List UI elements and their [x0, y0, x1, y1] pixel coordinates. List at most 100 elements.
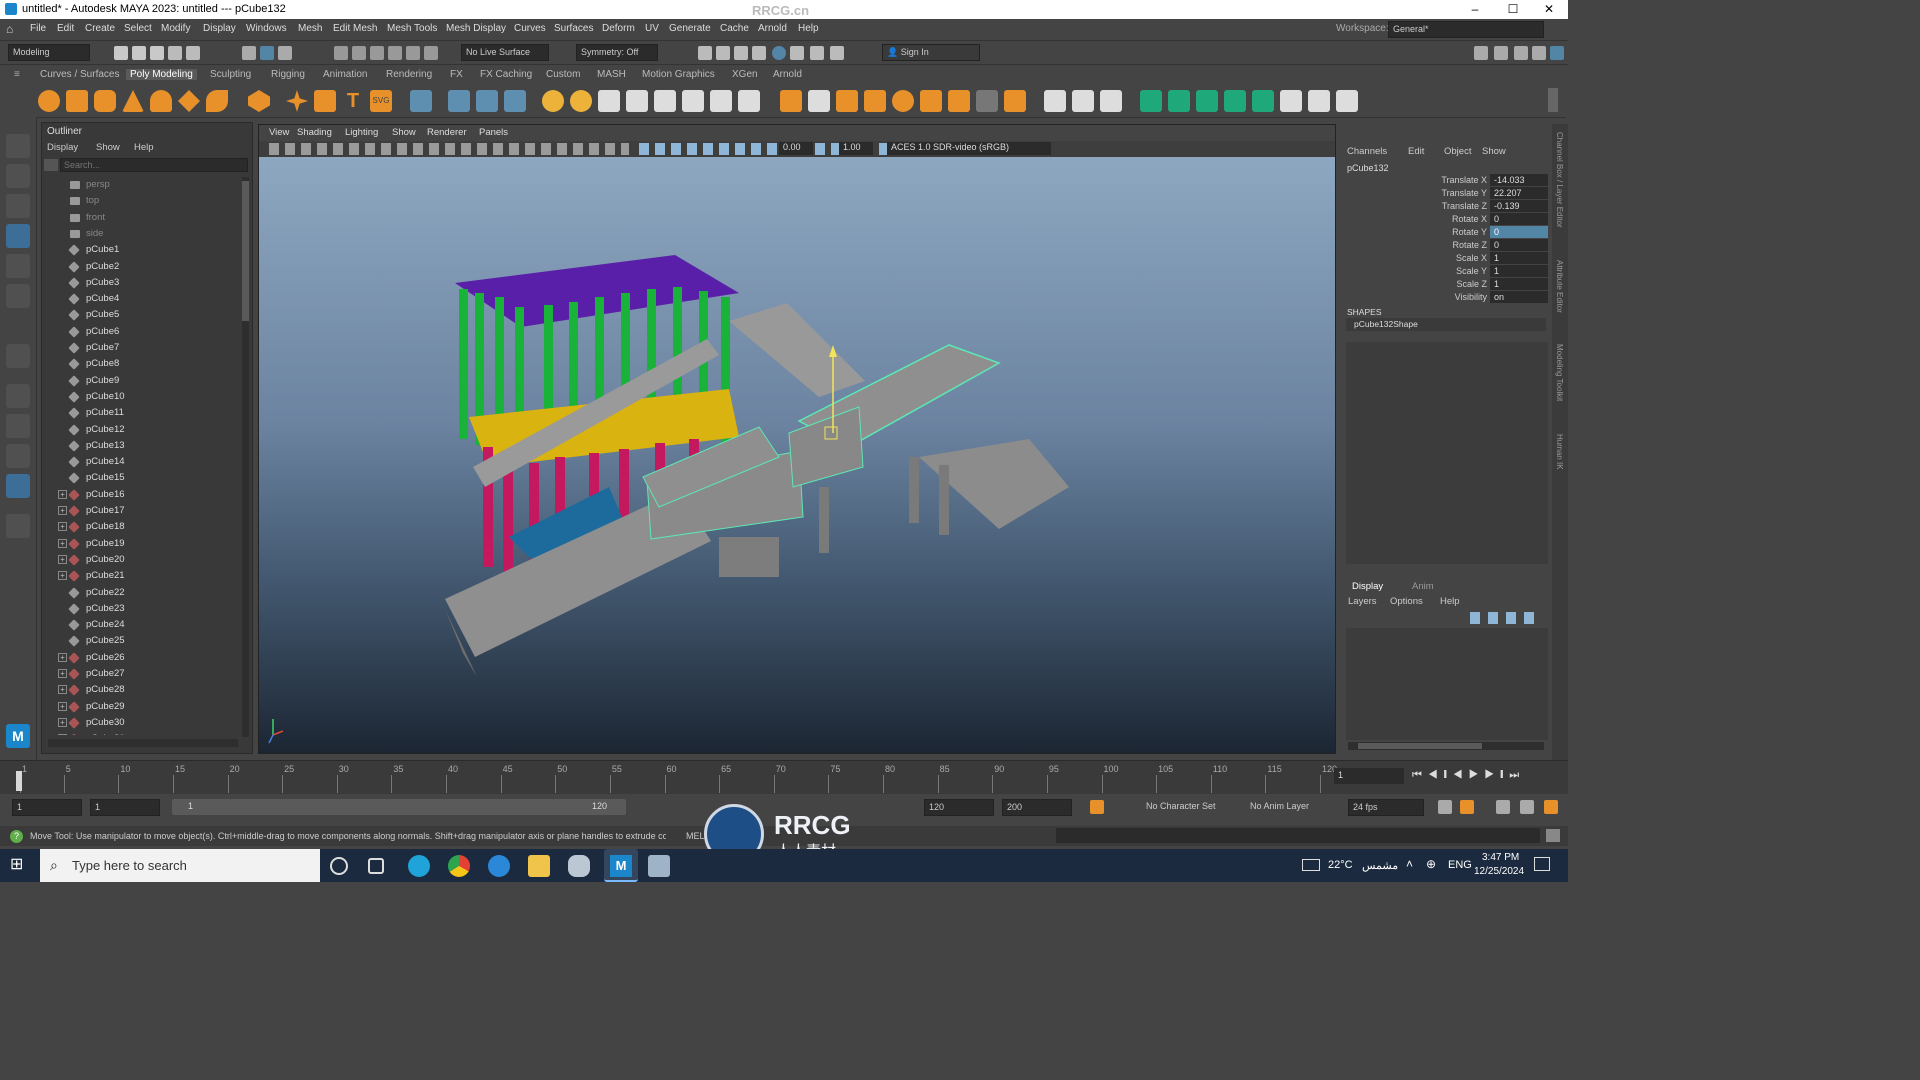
channel-value[interactable]: 1 [1490, 265, 1548, 277]
light-editor-icon[interactable] [810, 46, 824, 60]
preferences-icon[interactable] [1544, 800, 1558, 814]
select-by-hierarchy-icon[interactable] [242, 46, 256, 60]
select-by-object-icon[interactable] [260, 46, 274, 60]
channel-rotate-x[interactable]: Rotate X0 [1342, 213, 1548, 226]
expand-icon[interactable]: + [58, 554, 67, 564]
boolean-icon[interactable] [976, 90, 998, 112]
clock-time[interactable]: 3:47 PM [1482, 852, 1519, 863]
channel-menu-show[interactable]: Show [1482, 146, 1506, 157]
multi-cut-icon[interactable] [710, 90, 732, 112]
outliner-layout-icon[interactable] [6, 474, 30, 498]
move-tool-icon[interactable] [6, 224, 30, 248]
edge-icon[interactable] [408, 855, 430, 877]
channel-value[interactable]: 22.207 [1490, 187, 1548, 199]
select-tool-icon[interactable] [6, 134, 30, 158]
snap-surface-icon[interactable] [424, 46, 438, 60]
persp-outliner-layout-icon[interactable] [6, 444, 30, 468]
channel-menu-edit[interactable]: Edit [1408, 146, 1424, 157]
channel-value[interactable]: 1 [1490, 278, 1548, 290]
layout-icon[interactable] [1550, 46, 1564, 60]
circularize-icon[interactable] [892, 90, 914, 112]
tray-chevron-icon[interactable]: ˄ [1406, 857, 1413, 871]
shelf-tab-fx[interactable]: FX [450, 69, 463, 80]
layer-menu-options[interactable]: Options [1390, 596, 1423, 607]
render-setup-icon[interactable] [790, 46, 804, 60]
separate-icon[interactable] [504, 90, 526, 112]
outliner-item-pcube27[interactable]: + pCube27 [42, 666, 242, 682]
ipr-render-icon[interactable] [734, 46, 748, 60]
outliner-item-pcube19[interactable]: + pCube19 [42, 536, 242, 552]
layer-tab-display[interactable]: Display [1352, 581, 1383, 592]
merge-icon[interactable] [948, 90, 970, 112]
outliner-scrollbar[interactable] [242, 177, 249, 737]
viewport-menu-view[interactable]: View [269, 127, 289, 138]
collapse-icon[interactable] [920, 90, 942, 112]
outliner-item-pcube23[interactable]: pCube23 [42, 601, 242, 617]
outliner-item-pcube28[interactable]: + pCube28 [42, 682, 242, 698]
network-icon[interactable]: ⊕ [1426, 857, 1436, 871]
file-explorer-icon[interactable] [528, 855, 550, 877]
menu-help[interactable]: Help [798, 23, 819, 34]
channel-rotate-z[interactable]: Rotate Z0 [1342, 239, 1548, 252]
chrome-icon[interactable] [448, 855, 470, 877]
outliner-item-pcube2[interactable]: pCube2 [42, 259, 242, 275]
paint-select-tool-icon[interactable] [6, 194, 30, 218]
cortana-icon[interactable] [330, 857, 348, 875]
make-live-icon[interactable] [406, 46, 420, 60]
shelf-tab-arnold[interactable]: Arnold [773, 69, 802, 80]
viewport-panel[interactable]: View Shading Lighting Show Renderer Panels 0.… [258, 124, 1336, 754]
insert-edge-loop-icon[interactable] [780, 90, 802, 112]
outliner-item-pcube13[interactable]: pCube13 [42, 438, 242, 454]
pause-viewport-icon[interactable] [830, 46, 844, 60]
shelf-tab-mash[interactable]: MASH [597, 69, 626, 80]
outliner-item-pcube9[interactable]: pCube9 [42, 373, 242, 389]
animation-start-field[interactable]: 1 [12, 799, 82, 816]
layer-buttons[interactable] [1470, 612, 1542, 624]
menu-create[interactable]: Create [85, 23, 115, 34]
reduce-icon[interactable] [1004, 90, 1026, 112]
menu-edit-mesh[interactable]: Edit Mesh [333, 23, 377, 34]
outliner-camera-side[interactable]: side [42, 226, 242, 242]
channel-scale-x[interactable]: Scale X1 [1342, 252, 1548, 265]
animation-end-field[interactable]: 200 [1002, 799, 1072, 816]
camera-tools-icons[interactable] [269, 143, 629, 155]
extrude-icon[interactable] [542, 90, 564, 112]
menu-mesh-tools[interactable]: Mesh Tools [387, 23, 437, 34]
outliner-item-pcube7[interactable]: pCube7 [42, 340, 242, 356]
menu-select[interactable]: Select [124, 23, 152, 34]
expand-icon[interactable]: + [58, 717, 67, 727]
outliner-item-pcube21[interactable]: + pCube21 [42, 568, 242, 584]
colorspace-select[interactable]: ACES 1.0 SDR-video (sRGB) [887, 142, 1051, 155]
hypershade-icon[interactable] [772, 46, 786, 60]
layer-list[interactable] [1346, 628, 1548, 740]
poke-icon[interactable] [836, 90, 858, 112]
fill-hole-icon[interactable] [654, 90, 676, 112]
channel-scale-y[interactable]: Scale Y1 [1342, 265, 1548, 278]
poly-sphere-icon[interactable] [38, 90, 60, 112]
shelf-tab-curves-surfaces[interactable]: Curves / Surfaces [40, 69, 119, 80]
channel-box-toggle-icon[interactable] [1532, 46, 1546, 60]
maximize-button[interactable]: ☐ [1494, 0, 1532, 19]
shelf-tab-sculpting[interactable]: Sculpting [210, 69, 251, 80]
planar-map-icon[interactable] [1168, 90, 1190, 112]
temperature-text[interactable]: 22°C [1328, 859, 1353, 871]
save-scene-icon[interactable] [150, 46, 164, 60]
append-polygon-icon[interactable] [626, 90, 648, 112]
shelf-tab-rigging[interactable]: Rigging [271, 69, 305, 80]
lasso-tool-icon[interactable] [6, 164, 30, 188]
script-editor-icon[interactable] [1546, 829, 1560, 842]
layer-tab-anim[interactable]: Anim [1412, 581, 1434, 592]
expand-icon[interactable]: + [58, 734, 67, 735]
viewport-menu-shading[interactable]: Shading [297, 127, 332, 138]
outliner-item-pcube29[interactable]: + pCube29 [42, 699, 242, 715]
outliner-camera-persp[interactable]: persp [42, 177, 242, 193]
expand-icon[interactable]: + [58, 522, 67, 532]
channel-visibility[interactable]: Visibility on [1342, 291, 1548, 304]
close-button[interactable]: ✕ [1530, 0, 1568, 19]
render-frame-icon[interactable] [716, 46, 730, 60]
outliner-item-pcube1[interactable]: pCube1 [42, 242, 242, 258]
clock-date[interactable]: 12/25/2024 [1474, 866, 1524, 877]
outliner-item-pcube25[interactable]: pCube25 [42, 633, 242, 649]
menu-set-select[interactable]: Modeling [8, 44, 90, 61]
expand-icon[interactable]: + [58, 652, 67, 662]
